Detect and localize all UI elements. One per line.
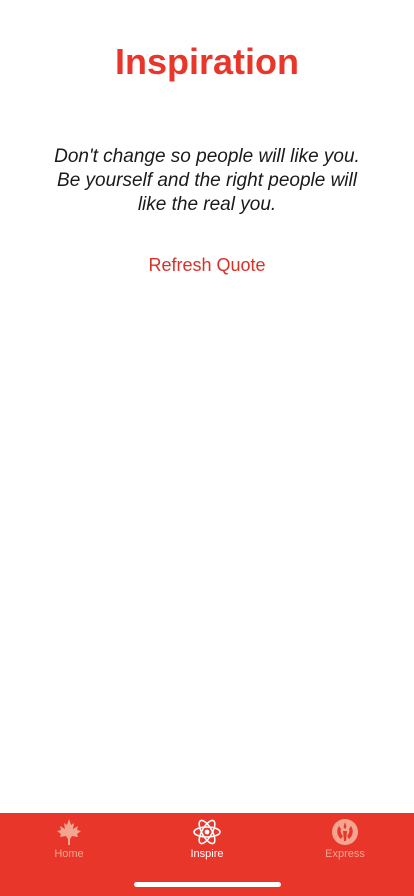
quote-line: Don't change so people will like you. (54, 146, 360, 167)
home-indicator[interactable] (134, 882, 281, 887)
quote-line: like the real you. (137, 194, 277, 215)
tab-inspire-label: Inspire (190, 848, 224, 860)
maple-leaf-icon (57, 819, 81, 845)
atom-icon (193, 819, 221, 845)
tab-express-label: Express (325, 848, 365, 860)
inspiration-screen: Inspiration Don't change so people will … (0, 0, 414, 896)
tab-express[interactable]: Express (276, 813, 414, 871)
tab-home-label: Home (54, 848, 84, 860)
tab-inspire[interactable]: Inspire (138, 813, 276, 871)
refresh-quote-button[interactable]: Refresh Quote (0, 254, 414, 276)
quote-text: Don't change so people will like you. Be… (40, 145, 374, 217)
page-title: Inspiration (114, 41, 299, 82)
tab-home[interactable]: Home (0, 813, 138, 871)
quote-line: Be yourself and the right people will (57, 170, 357, 191)
rebel-alliance-icon (332, 819, 358, 845)
